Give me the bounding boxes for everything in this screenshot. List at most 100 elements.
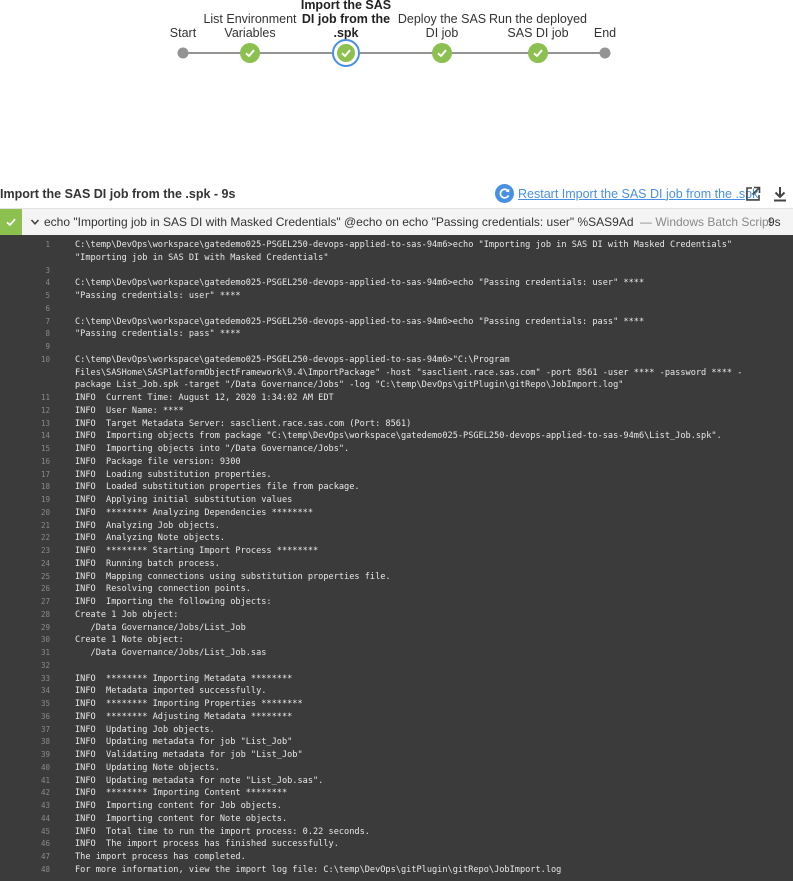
line-number[interactable]: 12 (0, 405, 50, 418)
stage-node-end (599, 47, 611, 59)
console-line: 45 INFO Total time to run the import proc… (0, 826, 793, 839)
line-number[interactable]: 13 (0, 418, 50, 431)
line-number[interactable]: 27 (0, 596, 50, 609)
console-line: 18 INFO Loaded substitution properties fi… (0, 481, 793, 494)
line-number[interactable]: 48 (0, 864, 50, 877)
line-number[interactable]: 19 (0, 494, 50, 507)
console-line: 27 INFO Importing the following objects: (0, 596, 793, 609)
line-number[interactable]: 41 (0, 775, 50, 788)
success-status (0, 209, 22, 235)
console-line: 31 /Data Governance/Jobs/List_Job.sas (0, 647, 793, 660)
console-line-text: INFO Updating Note objects. (75, 762, 220, 773)
line-number[interactable]: 43 (0, 800, 50, 813)
line-number[interactable]: 23 (0, 545, 50, 558)
console-line-text: INFO Target Metadata Server: sasclient.r… (75, 418, 412, 429)
check-icon (6, 218, 16, 227)
console-line-text: INFO ******** Importing Properties *****… (75, 699, 303, 709)
chevron-down-icon[interactable] (30, 217, 40, 227)
line-number[interactable]: 26 (0, 583, 50, 596)
console-line: 11 INFO Current Time: August 12, 2020 1:3… (0, 392, 793, 405)
console-line: 1 C:\temp\DevOps\workspace\gatedemo025-PS… (0, 239, 793, 252)
line-number[interactable]: 37 (0, 724, 50, 737)
line-number[interactable]: 47 (0, 851, 50, 864)
console-line: 22 INFO Analyzing Note objects. (0, 532, 793, 545)
console-line-text: Files\SASHome\SASPlatformObjectFramework… (75, 367, 743, 378)
console-line-text: /Data Governance/Jobs/List_Job.sas (75, 648, 267, 658)
line-number[interactable]: 15 (0, 443, 50, 456)
console-line: 42 INFO ******** Importing Content ******… (0, 787, 793, 800)
line-number[interactable]: 32 (0, 660, 50, 673)
line-number[interactable]: 28 (0, 609, 50, 622)
restart-stage[interactable]: Restart Import the SAS DI job from the .… (495, 184, 758, 203)
console-line-text: C:\temp\DevOps\workspace\gatedemo025-PSG… (75, 240, 733, 250)
line-number[interactable]: 10 (0, 354, 50, 367)
line-number[interactable]: 22 (0, 532, 50, 545)
console-line-text: INFO The import process has finished suc… (75, 839, 339, 850)
line-number[interactable]: 30 (0, 634, 50, 647)
stage-node-run[interactable] (528, 43, 548, 63)
console-line: 12 INFO User Name: **** (0, 405, 793, 418)
line-number[interactable]: 6 (0, 303, 50, 316)
console-line: 21 INFO Analyzing Job objects. (0, 520, 793, 533)
console-line: 6 (0, 303, 793, 316)
console-line-text: /Data Governance/Jobs/List_Job (75, 622, 246, 633)
line-number[interactable]: 46 (0, 838, 50, 851)
line-number[interactable]: 38 (0, 736, 50, 749)
open-external-icon[interactable] (744, 185, 762, 203)
line-number[interactable]: 11 (0, 392, 50, 405)
line-number[interactable]: 5 (0, 290, 50, 303)
line-number[interactable]: 16 (0, 456, 50, 469)
stage-label-list-env: List Environment Variables (203, 12, 297, 40)
console-line: 35 INFO ******** Importing Properties ***… (0, 698, 793, 711)
line-number[interactable]: 31 (0, 647, 50, 660)
line-number[interactable]: 25 (0, 571, 50, 584)
line-number[interactable]: 35 (0, 698, 50, 711)
line-number[interactable]: 36 (0, 711, 50, 724)
console-line-text: INFO ******** Importing Metadata *******… (75, 673, 293, 684)
stage-node-list-env[interactable] (240, 43, 260, 63)
line-number[interactable]: 29 (0, 622, 50, 635)
line-number[interactable]: 34 (0, 685, 50, 698)
console-line: 28 Create 1 Job object: (0, 609, 793, 622)
console-line-text: INFO Current Time: August 12, 2020 1:34:… (75, 393, 334, 403)
line-number[interactable]: 3 (0, 265, 50, 278)
console-line: 39 INFO Validating metadata for job "List… (0, 749, 793, 762)
console-line: 23 INFO ******** Starting Import Process … (0, 545, 793, 558)
console-line-text: INFO Updating metadata for job "List_Job… (75, 737, 293, 748)
line-number[interactable]: 33 (0, 673, 50, 686)
line-number[interactable]: 17 (0, 469, 50, 482)
line-number[interactable]: 4 (0, 277, 50, 290)
console-line-text: Create 1 Note object: (75, 635, 184, 646)
log-step-row[interactable]: echo "Importing job in SAS DI with Maske… (0, 208, 793, 235)
console-line: 25 INFO Mapping connections using substit… (0, 571, 793, 584)
line-number[interactable]: 42 (0, 787, 50, 800)
line-number[interactable]: 1 (0, 239, 50, 252)
stage-label-import: Import the SAS DI job from the .spk (300, 0, 392, 40)
console-line: 13 INFO Target Metadata Server: sasclient… (0, 418, 793, 431)
console-line-text: INFO ******** Analyzing Dependencies ***… (75, 507, 313, 518)
line-number[interactable]: 39 (0, 749, 50, 762)
line-number[interactable]: 20 (0, 507, 50, 520)
line-number[interactable]: 44 (0, 813, 50, 826)
restart-icon[interactable] (495, 184, 514, 203)
console-line-text: INFO Importing objects from package "C:\… (75, 431, 722, 442)
line-number[interactable]: 24 (0, 558, 50, 571)
stage-node-deploy[interactable] (432, 43, 452, 63)
restart-link[interactable]: Restart Import the SAS DI job from the .… (518, 187, 758, 201)
console-line: 34 INFO Metadata imported successfully. (0, 685, 793, 698)
line-number[interactable]: 40 (0, 762, 50, 775)
console-line-text: INFO Validating metadata for job "List_J… (75, 750, 303, 760)
line-number[interactable]: 7 (0, 316, 50, 329)
line-number[interactable]: 18 (0, 481, 50, 494)
line-number[interactable]: 45 (0, 826, 50, 839)
line-number[interactable]: 8 (0, 328, 50, 341)
stage-node-import-selected[interactable] (332, 39, 360, 67)
line-number[interactable]: 21 (0, 520, 50, 533)
console-line-text: Create 1 Job object: (75, 609, 179, 620)
line-number[interactable]: 14 (0, 430, 50, 443)
console-line: 41 INFO Updating metadata for note "List_… (0, 775, 793, 788)
console-output: 1 C:\temp\DevOps\workspace\gatedemo025-PS… (0, 235, 793, 881)
console-line: 17 INFO Loading substitution properties. (0, 469, 793, 482)
line-number[interactable]: 9 (0, 341, 50, 354)
download-icon[interactable] (771, 185, 789, 203)
